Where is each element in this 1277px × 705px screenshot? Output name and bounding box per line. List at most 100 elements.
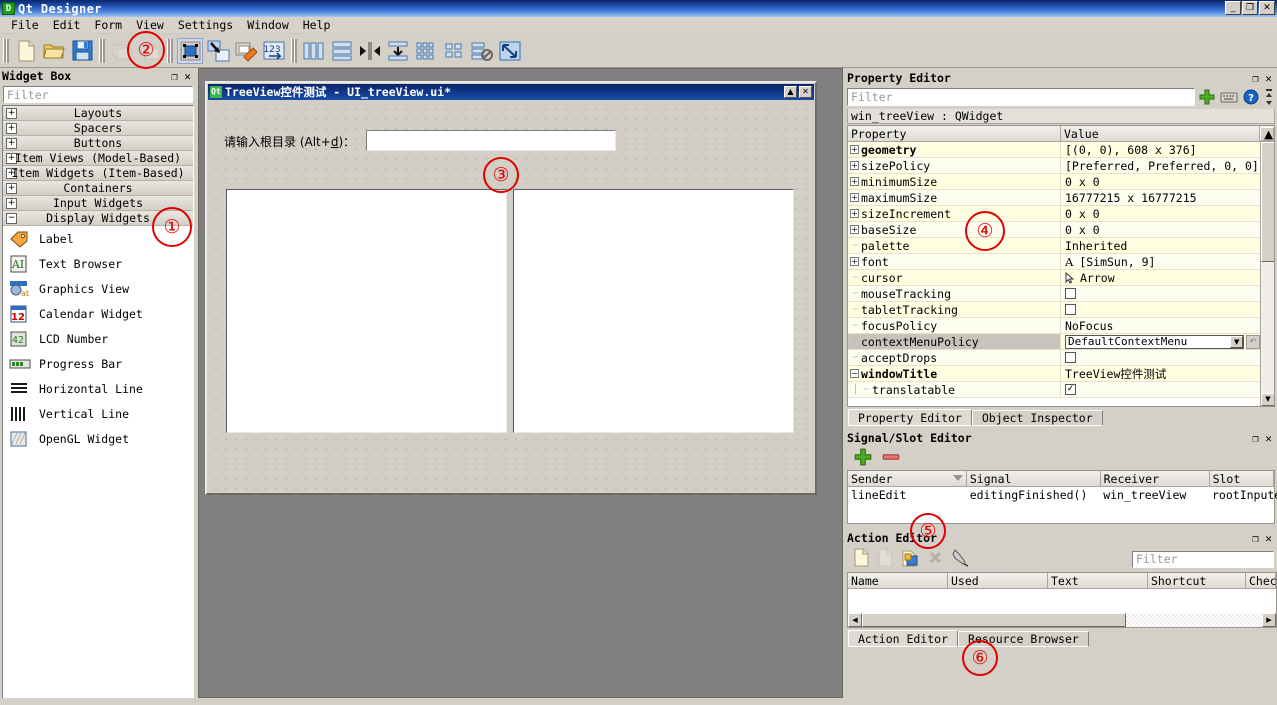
property-value-cell[interactable]: A [SimSun, 9]: [1061, 254, 1260, 269]
toolbar-grip[interactable]: [167, 38, 173, 63]
form-workspace[interactable]: Qt TreeView控件测试 - UI_treeView.ui* ▲ ✕ 请输…: [198, 68, 843, 698]
signal-slot-table-body[interactable]: lineEdit editingFinished() win_treeView roo…: [848, 487, 1277, 523]
action-column-used[interactable]: Used: [947, 573, 1048, 589]
property-expander-icon[interactable]: +: [850, 145, 859, 154]
widget-item-text-browser[interactable]: AI Text Browser: [3, 251, 193, 276]
property-column-header[interactable]: Property: [848, 126, 1061, 142]
menu-form[interactable]: Form: [87, 17, 129, 33]
menu-window[interactable]: Window: [240, 17, 296, 33]
property-row[interactable]: + font A [SimSun, 9]: [848, 254, 1274, 270]
widget-item-label[interactable]: Label: [3, 226, 193, 251]
layout-horizontally-button[interactable]: [301, 38, 327, 64]
widget-item-lcd-number[interactable]: 42 LCD Number: [3, 326, 193, 351]
widget-category-containers[interactable]: + Containers: [3, 181, 193, 196]
form-window[interactable]: Qt TreeView控件测试 - UI_treeView.ui* ▲ ✕ 请输…: [205, 81, 817, 495]
paste-action-button[interactable]: [901, 548, 920, 570]
property-value-checkbox[interactable]: ✓: [1065, 384, 1076, 395]
signal-slot-column-receiver[interactable]: Receiver: [1100, 471, 1210, 487]
property-name-cell[interactable]: ┄ focusPolicy: [848, 318, 1061, 333]
widget-category-item-widgets-item-based[interactable]: + Item Widgets (Item-Based): [3, 166, 193, 181]
action-column-text[interactable]: Text: [1047, 573, 1148, 589]
property-name-cell[interactable]: ┄ acceptDrops: [848, 350, 1061, 365]
property-name-cell[interactable]: + baseSize: [848, 222, 1061, 237]
close-button[interactable]: ✕: [1259, 1, 1275, 15]
form-maximize-button[interactable]: ▲: [784, 86, 797, 98]
action-editor-float-icon[interactable]: ❐: [1249, 532, 1262, 545]
property-expander-icon[interactable]: +: [850, 209, 859, 218]
property-name-cell[interactable]: + maximumSize: [848, 190, 1061, 205]
action-scroll-left-button[interactable]: ◀: [848, 613, 862, 627]
property-name-cell[interactable]: ┄ palette: [848, 238, 1061, 253]
new-form-button[interactable]: [13, 38, 39, 64]
layout-form-button[interactable]: [441, 38, 467, 64]
property-row[interactable]: ┄ palette Inherited: [848, 238, 1274, 254]
property-expander-icon[interactable]: +: [850, 193, 859, 202]
widget-item-calendar-widget[interactable]: 12 Calendar Widget: [3, 301, 193, 326]
widget-box-filter-input[interactable]: Filter: [3, 86, 193, 103]
property-row[interactable]: ┄ focusPolicy NoFocus: [848, 318, 1274, 334]
property-row[interactable]: + geometry [(0, 0), 608 x 376]: [848, 142, 1274, 158]
tab-resource-browser[interactable]: Resource Browser: [958, 631, 1089, 647]
property-value-cell[interactable]: Arrow: [1061, 270, 1260, 285]
property-scrollbar-thumb[interactable]: [1261, 142, 1274, 262]
toolbar-grip[interactable]: [99, 38, 105, 63]
signal-slot-cell-signal[interactable]: editingFinished(): [967, 487, 1101, 503]
menu-settings[interactable]: Settings: [171, 17, 240, 33]
widget-item-vertical-line[interactable]: Vertical Line: [3, 401, 193, 426]
property-row[interactable]: ┄ mouseTracking: [848, 286, 1274, 302]
property-row[interactable]: + minimumSize 0 x 0: [848, 174, 1274, 190]
property-value-cell[interactable]: NoFocus: [1061, 318, 1260, 333]
property-row[interactable]: + maximumSize 16777215 x 16777215: [848, 190, 1274, 206]
property-row[interactable]: ┄ acceptDrops: [848, 350, 1274, 366]
edit-tab-order-button[interactable]: 123: [261, 38, 287, 64]
action-scrollbar-thumb[interactable]: [862, 613, 1126, 627]
undo-button[interactable]: [109, 38, 135, 64]
action-table-body[interactable]: [848, 589, 1276, 613]
property-name-cell[interactable]: + geometry: [848, 142, 1061, 157]
signal-slot-row[interactable]: lineEdit editingFinished() win_treeView roo…: [848, 487, 1277, 503]
tab-object-inspector[interactable]: Object Inspector: [971, 410, 1103, 426]
add-connection-button[interactable]: [853, 447, 873, 470]
property-editor-close-icon[interactable]: ✕: [1262, 72, 1275, 85]
widget-category-spacers[interactable]: + Spacers: [3, 121, 193, 136]
property-row[interactable]: − windowTitle TreeView控件测试: [848, 366, 1274, 382]
widget-category-item-views-model-based[interactable]: + Item Views (Model-Based): [3, 151, 193, 166]
action-editor-close-icon[interactable]: ✕: [1262, 532, 1275, 545]
tab-action-editor[interactable]: Action Editor: [848, 630, 959, 647]
widget-item-progress-bar[interactable]: Progress Bar: [3, 351, 193, 376]
property-table[interactable]: Property Value ▲ + geometry [(0, 0), 608 x…: [847, 125, 1275, 407]
action-column-shortcut[interactable]: Shortcut: [1147, 573, 1246, 589]
edit-action-button[interactable]: [951, 548, 971, 570]
property-name-cell[interactable]: + font: [848, 254, 1061, 269]
action-filter-input[interactable]: Filter: [1132, 550, 1274, 568]
copy-action-button[interactable]: [877, 548, 894, 570]
action-horizontal-scrollbar[interactable]: ◀ ▶: [848, 613, 1276, 627]
action-column-chec[interactable]: Chec: [1245, 573, 1277, 589]
property-editor-float-icon[interactable]: ❐: [1249, 72, 1262, 85]
property-expander-icon[interactable]: +: [850, 177, 859, 186]
property-value-cell[interactable]: DefaultContextMenu ▼ ↶: [1061, 334, 1260, 349]
property-value-cell[interactable]: [Preferred, Preferred, 0, 0]: [1061, 158, 1260, 173]
property-filter-input[interactable]: Filter: [847, 88, 1195, 106]
property-value-cell[interactable]: [1061, 302, 1260, 317]
signal-slot-cell-receiver[interactable]: win_treeView: [1100, 487, 1209, 503]
configure-button[interactable]: ?: [1241, 87, 1261, 107]
property-scroll-up-button[interactable]: ▲: [1260, 126, 1274, 142]
form-close-button[interactable]: ✕: [799, 86, 812, 98]
signal-slot-cell-slot[interactable]: rootInputed(): [1209, 487, 1277, 503]
left-tree-view[interactable]: [226, 189, 507, 433]
property-value-cell[interactable]: [1061, 350, 1260, 365]
property-row[interactable]: + baseSize 0 x 0: [848, 222, 1274, 238]
redo-button[interactable]: [137, 38, 163, 64]
property-expander-icon[interactable]: −: [850, 369, 859, 378]
action-column-name[interactable]: Name: [848, 573, 948, 589]
property-value-cell[interactable]: 16777215 x 16777215: [1061, 190, 1260, 205]
layout-vertically-button[interactable]: [329, 38, 355, 64]
sorting-button[interactable]: [1219, 87, 1239, 107]
signal-slot-column-signal[interactable]: Signal: [966, 471, 1101, 487]
widget-item-opengl-widget[interactable]: OpenGL Widget: [3, 426, 193, 451]
edit-buddies-button[interactable]: [233, 38, 259, 64]
widget-category-buttons[interactable]: + Buttons: [3, 136, 193, 151]
adjust-size-button[interactable]: [497, 38, 523, 64]
property-expander-icon[interactable]: +: [850, 161, 859, 170]
